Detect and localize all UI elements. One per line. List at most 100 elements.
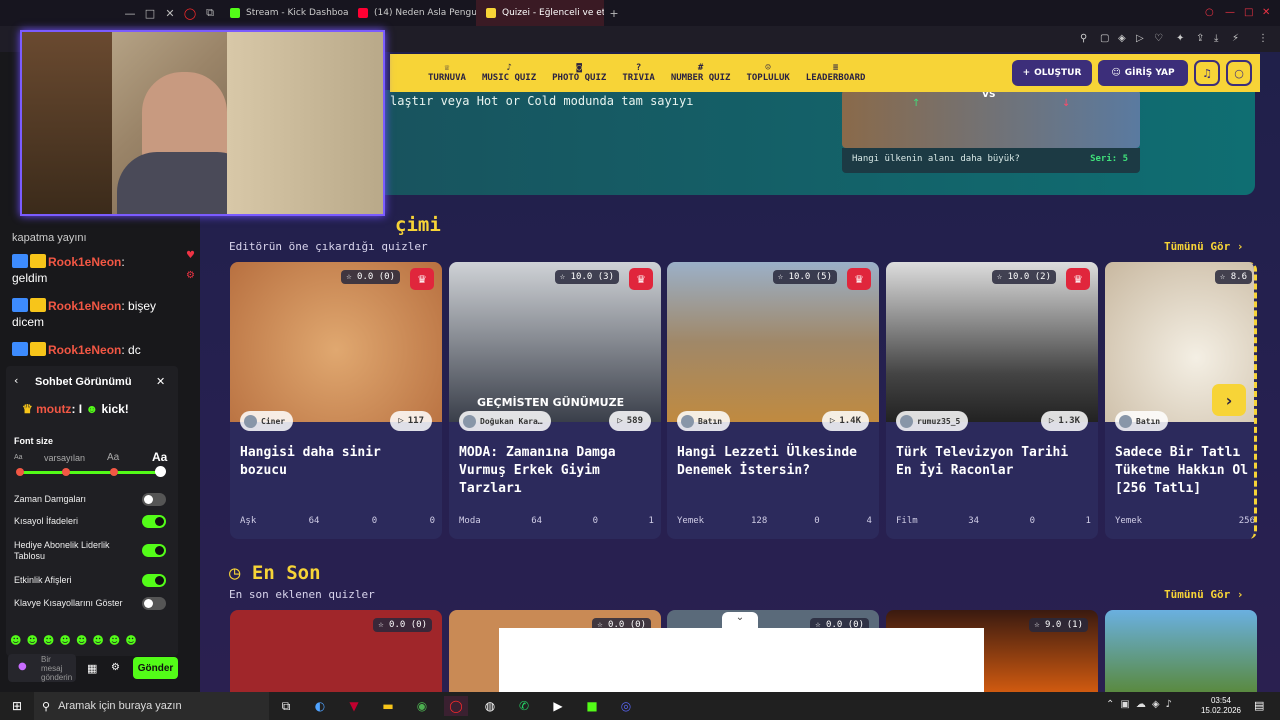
latest-card[interactable]	[1105, 610, 1257, 692]
shortcut-emotes-toggle[interactable]	[142, 515, 166, 528]
pin-icon[interactable]: ⚲	[1080, 33, 1087, 44]
maximize-icon[interactable]: □	[1244, 7, 1253, 18]
taskbar-search[interactable]: ⚲ Aramak için buraya yazın	[34, 692, 269, 720]
clock[interactable]: 03:54 15.02.2026	[1200, 696, 1242, 716]
new-tab-icon[interactable]: +	[604, 7, 624, 20]
timestamps-toggle[interactable]	[142, 493, 166, 506]
card-title: Hangisi daha sinir bozucu	[240, 445, 381, 478]
chat-username[interactable]: Rook1eNeon	[48, 343, 121, 357]
copilot-icon[interactable]: ◐	[308, 696, 332, 716]
settings-icon[interactable]: ⚙	[186, 270, 195, 281]
play-icon: ▷	[829, 416, 836, 426]
settings-icon[interactable]: ⚙	[111, 662, 120, 673]
quiz-card[interactable]: ☆ 10.0 (5) ♛ Batın ▷ 1.4K Hangi Lezzeti Ü…	[667, 262, 879, 539]
maximize-icon[interactable]: □	[140, 7, 160, 20]
heart-icon[interactable]: ♡	[1154, 33, 1163, 44]
plays-chip: ▷ 1.4K	[821, 411, 869, 431]
share-icon[interactable]: ⇪	[1196, 33, 1204, 44]
app-icon[interactable]: ▼	[342, 696, 366, 716]
keyboard-shortcuts-toggle[interactable]	[142, 597, 166, 610]
pin-icon[interactable]: ♥	[186, 250, 195, 261]
avatar	[1119, 414, 1132, 428]
author-chip[interactable]: Doğukan Kara…	[459, 411, 551, 431]
system-tray[interactable]: ⌃▣☁◈♪	[1106, 699, 1178, 710]
ai-icon[interactable]: ⚡	[1232, 33, 1239, 44]
editors-subtitle: Editörün öne çıkardığı quizler	[229, 240, 428, 253]
author-chip[interactable]: rumuz35_5	[896, 411, 969, 431]
author-chip[interactable]: Batın	[677, 411, 731, 431]
opera-icon[interactable]: ◯	[180, 7, 200, 20]
mic-icon[interactable]: ●	[18, 661, 27, 672]
play-icon: ▷	[398, 416, 404, 426]
quiz-card[interactable]: ☆ 0.0 (0) ♛ Ciner ▷ 117 Hangisi daha sini…	[230, 262, 442, 539]
translate-icon[interactable]: ◈	[1118, 33, 1126, 44]
quiz-card[interactable]: ☆ 10.0 (2) ♛ rumuz35_5 ▷ 1.3K Türk Televi…	[886, 262, 1098, 539]
login-button[interactable]: ☺ GİRİŞ YAP	[1098, 60, 1188, 86]
tab-kick-dashboard[interactable]: Stream - Kick Dashboard	[220, 0, 348, 26]
tab-switch-icon[interactable]: ⧉	[200, 6, 220, 20]
chat-input[interactable]: ● Bir mesaj gönderin	[8, 654, 76, 682]
latest-subtitle: En son eklenen quizler	[229, 588, 375, 601]
notification-icon[interactable]: ▤	[1254, 699, 1264, 712]
nav-trivia[interactable]: ? TRIVIA	[614, 63, 663, 83]
tab-quizei[interactable]: Quizei - Eğlenceli ve etkile	[476, 0, 604, 26]
opera-icon[interactable]: ◯	[444, 696, 468, 716]
snapshot-icon[interactable]: ▢	[1100, 33, 1109, 44]
font-size-slider[interactable]	[19, 471, 161, 474]
nav-leaderboard[interactable]: ≡ LEADERBOARD	[798, 63, 874, 83]
media-icon[interactable]: ▶	[546, 696, 570, 716]
chat-username[interactable]: Rook1eNeon	[48, 255, 121, 269]
nav-turnuva[interactable]: ♕ TURNUVA	[420, 63, 474, 83]
editors-see-all-link[interactable]: Tümünü Gör ›	[1164, 240, 1243, 253]
quiz-card[interactable]: GEÇMİSTEN GÜNÜMUZE ☆ 10.0 (3) ♛ Doğukan …	[449, 262, 661, 539]
whatsapp-icon[interactable]: ✆	[512, 696, 536, 716]
task-view-icon[interactable]: ⧉	[274, 696, 298, 716]
carousel-next-button[interactable]: ›	[1212, 384, 1246, 416]
minimize-icon[interactable]: —	[1225, 7, 1235, 18]
author-chip[interactable]: Batın	[1115, 411, 1169, 431]
steam-icon[interactable]: ◍	[478, 696, 502, 716]
extensions-icon[interactable]: ✦	[1176, 33, 1184, 44]
close-icon[interactable]: ✕	[156, 375, 165, 388]
slider-handle[interactable]	[155, 466, 166, 477]
hero-compare-image[interactable]: VS ↑ ↓	[842, 90, 1140, 148]
arrow-up-icon[interactable]: ↑	[912, 98, 920, 109]
send-button[interactable]: Gönder	[133, 657, 178, 679]
nav-music-quiz[interactable]: ♪ MUSIC QUIZ	[474, 63, 544, 83]
download-icon[interactable]: ⤓	[1214, 33, 1218, 44]
discord-icon[interactable]: ◎	[614, 696, 638, 716]
event-banners-toggle[interactable]	[142, 574, 166, 587]
tab-youtube[interactable]: (14) Neden Asla Penguen	[348, 0, 476, 26]
latest-card[interactable]: ☆ 0.0 (0)	[230, 610, 442, 692]
search-icon[interactable]: ○	[1205, 7, 1214, 18]
chevron-down-icon[interactable]: ⌄	[722, 612, 758, 630]
menu-icon[interactable]: ⋮	[1258, 33, 1268, 44]
folder-icon[interactable]: ▬	[376, 696, 400, 716]
slider-stop[interactable]	[62, 468, 70, 476]
chrome-icon[interactable]: ◉	[410, 696, 434, 716]
close-icon[interactable]: ✕	[160, 7, 180, 20]
create-button[interactable]: + OLUŞTUR	[1012, 60, 1092, 86]
latest-see-all-link[interactable]: Tümünü Gör ›	[1164, 588, 1243, 601]
nav-number-quiz[interactable]: # NUMBER QUIZ	[663, 63, 739, 83]
gift-icon[interactable]: ▦	[87, 662, 97, 675]
nav-topluluk[interactable]: ☺ TOPLULUK	[738, 63, 797, 83]
camera-icon: ◙	[576, 63, 582, 73]
kick-app-icon[interactable]: ■	[580, 696, 604, 716]
close-icon[interactable]: ✕	[1262, 7, 1270, 18]
slider-stop[interactable]	[110, 468, 118, 476]
search-icon[interactable]: ○	[1226, 60, 1252, 86]
windows-start-icon[interactable]: ⊞	[5, 696, 29, 716]
emote-bar[interactable]: ☻☻☻☻☻☻☻☻	[10, 634, 142, 647]
chat-username[interactable]: Rook1eNeon	[48, 299, 121, 313]
back-arrow-icon[interactable]: ‹	[14, 374, 18, 387]
bell-icon[interactable]: ♫	[1194, 60, 1220, 86]
slider-stop[interactable]	[16, 468, 24, 476]
gift-leaderboard-toggle[interactable]	[142, 544, 166, 557]
card-footer: Film 34 0 1	[896, 516, 1091, 526]
arrow-down-icon[interactable]: ↓	[1062, 98, 1070, 109]
nav-photo-quiz[interactable]: ◙ PHOTO QUIZ	[544, 63, 614, 83]
minimize-icon[interactable]: —	[120, 7, 140, 20]
play-icon[interactable]: ▷	[1136, 33, 1144, 44]
author-chip[interactable]: Ciner	[240, 411, 294, 431]
